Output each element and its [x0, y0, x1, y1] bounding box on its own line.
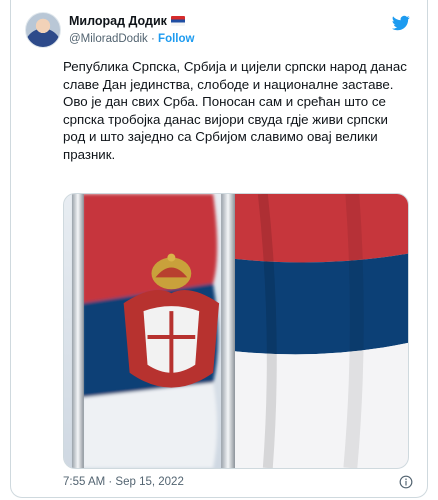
author-display-name-row[interactable]: Милорад Додик	[69, 13, 194, 29]
follow-button[interactable]: Follow	[158, 33, 194, 45]
separator-dot: ·	[151, 33, 155, 45]
author-avatar[interactable]	[25, 12, 61, 48]
serbian-flag-emoji-icon	[170, 16, 185, 26]
author-handle[interactable]: @MiloradDodik	[69, 33, 148, 45]
tweet-card: Милорад Додик @MiloradDodik · Follow Реп…	[10, 0, 428, 498]
tweet-text: Република Српска, Србија и цијели српски…	[63, 58, 413, 163]
twitter-bird-icon[interactable]	[391, 14, 411, 32]
author-block: Милорад Додик @MiloradDodik · Follow	[69, 13, 194, 47]
serbian-flags-photo	[64, 194, 408, 468]
tweet-paragraph-2: Ово је дан свих Срба. Поносан сам и срећ…	[63, 94, 392, 162]
tweet-header: Милорад Додик @MiloradDodik · Follow	[25, 12, 413, 52]
tweet-timestamp[interactable]: 7:55 AM · Sep 15, 2022	[63, 476, 184, 488]
tweet-paragraph-1: Република Српска, Србија и цијели српски…	[63, 59, 411, 92]
info-icon[interactable]	[399, 475, 413, 489]
author-handle-row: @MiloradDodik · Follow	[69, 31, 194, 47]
author-display-name[interactable]: Милорад Додик	[69, 13, 167, 29]
tweet-media-image[interactable]	[63, 193, 409, 469]
